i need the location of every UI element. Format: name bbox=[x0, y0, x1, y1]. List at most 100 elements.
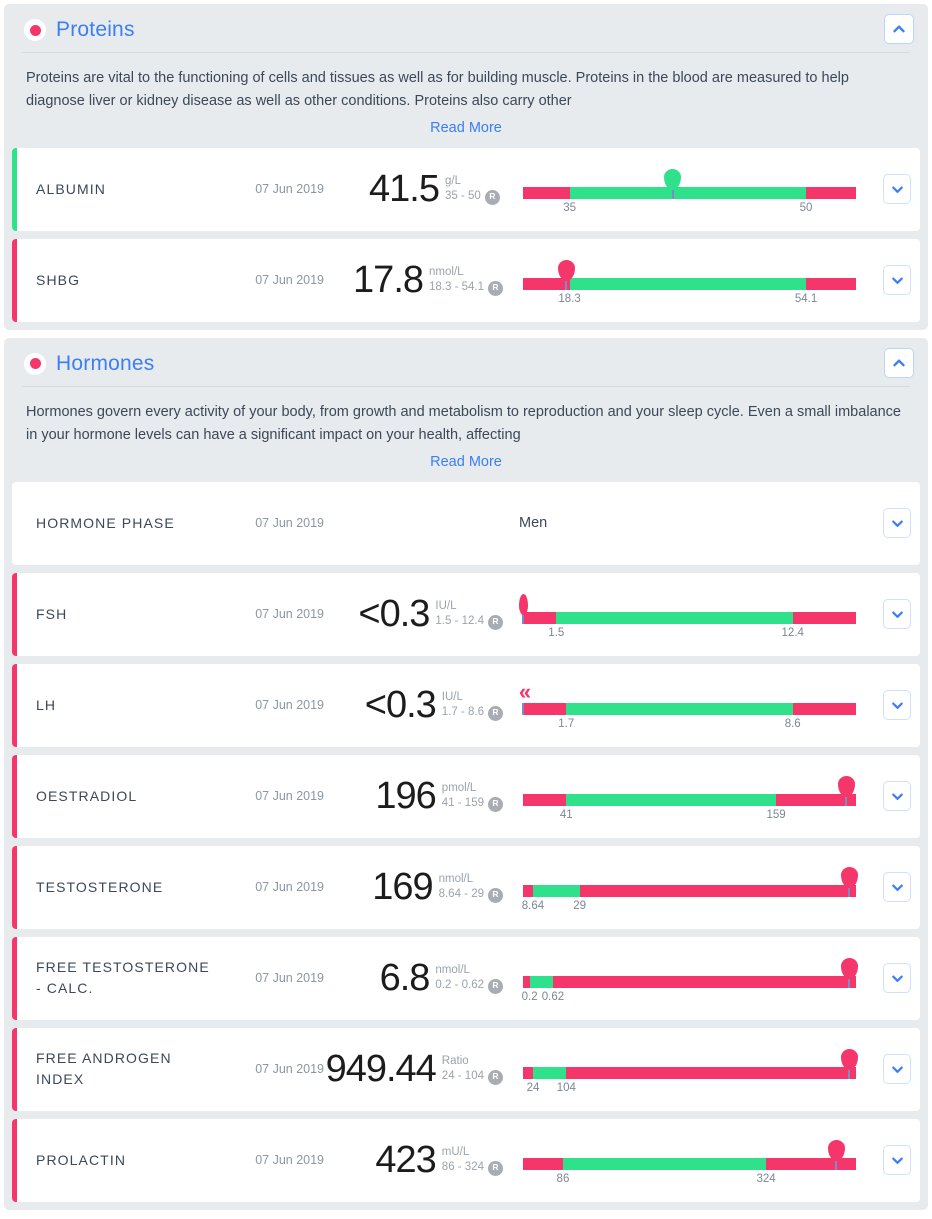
result-unit: IU/L bbox=[441, 691, 463, 704]
range-info-badge-icon[interactable]: R bbox=[488, 1069, 503, 1085]
chevron-down-icon[interactable] bbox=[883, 599, 911, 630]
row-expand-button[interactable] bbox=[874, 690, 920, 721]
result-date: 07 Jun 2019 bbox=[255, 698, 324, 713]
row-status-flag bbox=[12, 754, 17, 838]
row-status-flag bbox=[12, 1027, 17, 1111]
row-expand-button[interactable] bbox=[874, 1054, 920, 1085]
biomarker-name: FREE TESTOSTERONE - CALC. bbox=[36, 959, 210, 997]
chevron-down-icon[interactable] bbox=[883, 963, 911, 994]
result-value: 17.8 bbox=[353, 259, 424, 302]
result-row[interactable]: LH 07 Jun 2019 <0.3 IU/L 1.7 - 8.6 R 1.7 8.6 « bbox=[12, 663, 920, 747]
row-status-flag bbox=[12, 572, 17, 656]
gauge-tick-low: 41 bbox=[559, 809, 573, 822]
gauge-segment-low bbox=[523, 794, 567, 807]
row-expand-button[interactable] bbox=[874, 963, 920, 994]
read-more-link[interactable]: Read More bbox=[4, 448, 928, 482]
row-status-flag bbox=[12, 1118, 17, 1202]
result-row[interactable]: ALBUMIN 07 Jun 2019 41.5 g/L 35 - 50 R 35 50 bbox=[12, 147, 920, 231]
range-info-badge-icon[interactable]: R bbox=[488, 614, 503, 630]
chevron-down-icon[interactable] bbox=[883, 1145, 911, 1176]
row-status-flag bbox=[12, 936, 17, 1020]
gauge-value-marker bbox=[840, 1049, 858, 1080]
result-value-cell: <0.3 IU/L 1.7 - 8.6 R bbox=[324, 686, 509, 724]
result-row[interactable]: OESTRADIOL 07 Jun 2019 196 pmol/L 41 - 159 R 4… bbox=[12, 754, 920, 838]
result-unit: Ratio bbox=[441, 1055, 469, 1068]
result-row[interactable]: TESTOSTERONE 07 Jun 2019 169 nmol/L 8.64 - 2… bbox=[12, 845, 920, 929]
row-status-flag bbox=[12, 147, 17, 231]
chevron-down-icon[interactable] bbox=[883, 1054, 911, 1085]
gauge-value-marker bbox=[840, 958, 858, 989]
row-expand-button[interactable] bbox=[874, 174, 920, 205]
range-info-badge-icon[interactable]: R bbox=[488, 978, 503, 994]
row-expand-button[interactable] bbox=[874, 781, 920, 812]
result-row[interactable]: PROLACTIN 07 Jun 2019 423 mU/L 86 - 324 R 86 32… bbox=[12, 1118, 920, 1202]
gauge-segment-normal bbox=[556, 612, 793, 625]
gauge-value-marker bbox=[837, 776, 855, 807]
gauge-tick-high: 159 bbox=[766, 809, 786, 822]
result-date: 07 Jun 2019 bbox=[255, 880, 324, 895]
reference-range-text: 41 - 159 bbox=[441, 797, 484, 810]
result-unit: g/L bbox=[445, 175, 461, 188]
biomarker-name: SHBG bbox=[36, 271, 81, 288]
gauge-tick-low: 8.64 bbox=[521, 900, 545, 913]
result-row[interactable]: FREE TESTOSTERONE - CALC. 07 Jun 2019 6.8 n… bbox=[12, 936, 920, 1020]
result-date: 07 Jun 2019 bbox=[255, 607, 324, 622]
reference-range-gauge: 41 159 bbox=[523, 776, 856, 821]
chevron-down-icon[interactable] bbox=[883, 872, 911, 903]
biomarker-name: PROLACTIN bbox=[36, 1151, 127, 1168]
gauge-tick-low: 0.2 bbox=[521, 991, 538, 1004]
range-info-badge-icon[interactable]: R bbox=[488, 280, 503, 296]
result-unit: pmol/L bbox=[441, 782, 477, 795]
row-status-flag bbox=[12, 482, 17, 565]
gauge-tick-low: 18.3 bbox=[558, 293, 581, 306]
section-header[interactable]: Hormones bbox=[4, 338, 928, 386]
biomarker-name: LH bbox=[36, 696, 57, 713]
reference-range-gauge: 8.64 29 bbox=[522, 867, 858, 912]
chevron-up-icon[interactable] bbox=[884, 347, 914, 378]
result-value-cell: 41.5 g/L 35 - 50 R bbox=[324, 170, 509, 208]
gauge-tick-low: 1.5 bbox=[548, 627, 565, 640]
row-expand-button[interactable] bbox=[874, 265, 920, 296]
read-more-link[interactable]: Read More bbox=[4, 114, 928, 148]
range-info-badge-icon[interactable]: R bbox=[488, 1160, 503, 1176]
result-row[interactable]: FREE ANDROGEN INDEX 07 Jun 2019 949.44 Rati… bbox=[12, 1027, 920, 1111]
reference-range: 24 - 104 R bbox=[442, 1069, 503, 1085]
row-expand-button[interactable] bbox=[874, 872, 920, 903]
gauge-marker-bulb bbox=[837, 776, 855, 798]
result-value: 196 bbox=[375, 775, 436, 818]
row-expand-button[interactable] bbox=[874, 1145, 920, 1176]
result-row[interactable]: SHBG 07 Jun 2019 17.8 nmol/L 18.3 - 54.1 R 18.… bbox=[12, 238, 920, 322]
chevron-down-icon[interactable] bbox=[883, 781, 911, 812]
reference-range-text: 18.3 - 54.1 bbox=[429, 281, 484, 294]
chevron-up-icon[interactable] bbox=[884, 14, 914, 44]
unit-and-range: pmol/L 41 - 159 R bbox=[441, 777, 503, 812]
chevron-down-icon[interactable] bbox=[883, 508, 911, 539]
chevron-down-icon[interactable] bbox=[883, 265, 911, 296]
reference-range-gauge: 86 324 bbox=[523, 1140, 856, 1185]
biomarker-name: FSH bbox=[36, 605, 68, 622]
result-rows: HORMONE PHASE 07 Jun 2019 Men FSH 07 Jun 201… bbox=[4, 481, 928, 1202]
unit-and-range: nmol/L 0.2 - 0.62 R bbox=[435, 959, 503, 994]
result-value: <0.3 bbox=[358, 593, 430, 636]
result-row[interactable]: FSH 07 Jun 2019 <0.3 IU/L 1.5 - 12.4 R 1.5 12.4 bbox=[12, 572, 920, 656]
range-info-badge-icon[interactable]: R bbox=[484, 189, 500, 205]
result-text-value: Men bbox=[519, 515, 548, 532]
gauge-cell: 8.64 29 bbox=[509, 859, 874, 915]
chevron-down-icon[interactable] bbox=[883, 174, 911, 205]
gauge-tick-high: 8.6 bbox=[784, 718, 801, 731]
row-expand-button[interactable] bbox=[874, 599, 920, 630]
row-status-flag bbox=[12, 845, 17, 929]
gauge-out-of-range-marker: « bbox=[518, 679, 531, 705]
gauge-segment-low bbox=[523, 976, 530, 989]
biomarker-name: ALBUMIN bbox=[36, 180, 106, 197]
chevron-down-icon[interactable] bbox=[883, 690, 911, 721]
gauge-segment-high bbox=[792, 612, 856, 625]
row-expand-button[interactable] bbox=[874, 508, 920, 539]
section-header[interactable]: Proteins bbox=[4, 4, 928, 52]
gauge-tick-high: 0.62 bbox=[541, 991, 565, 1004]
range-info-badge-icon[interactable]: R bbox=[488, 887, 503, 903]
range-info-badge-icon[interactable]: R bbox=[488, 796, 503, 812]
result-row[interactable]: HORMONE PHASE 07 Jun 2019 Men bbox=[12, 481, 920, 565]
range-info-badge-icon[interactable]: R bbox=[488, 705, 503, 721]
result-value: 41.5 bbox=[369, 168, 440, 211]
